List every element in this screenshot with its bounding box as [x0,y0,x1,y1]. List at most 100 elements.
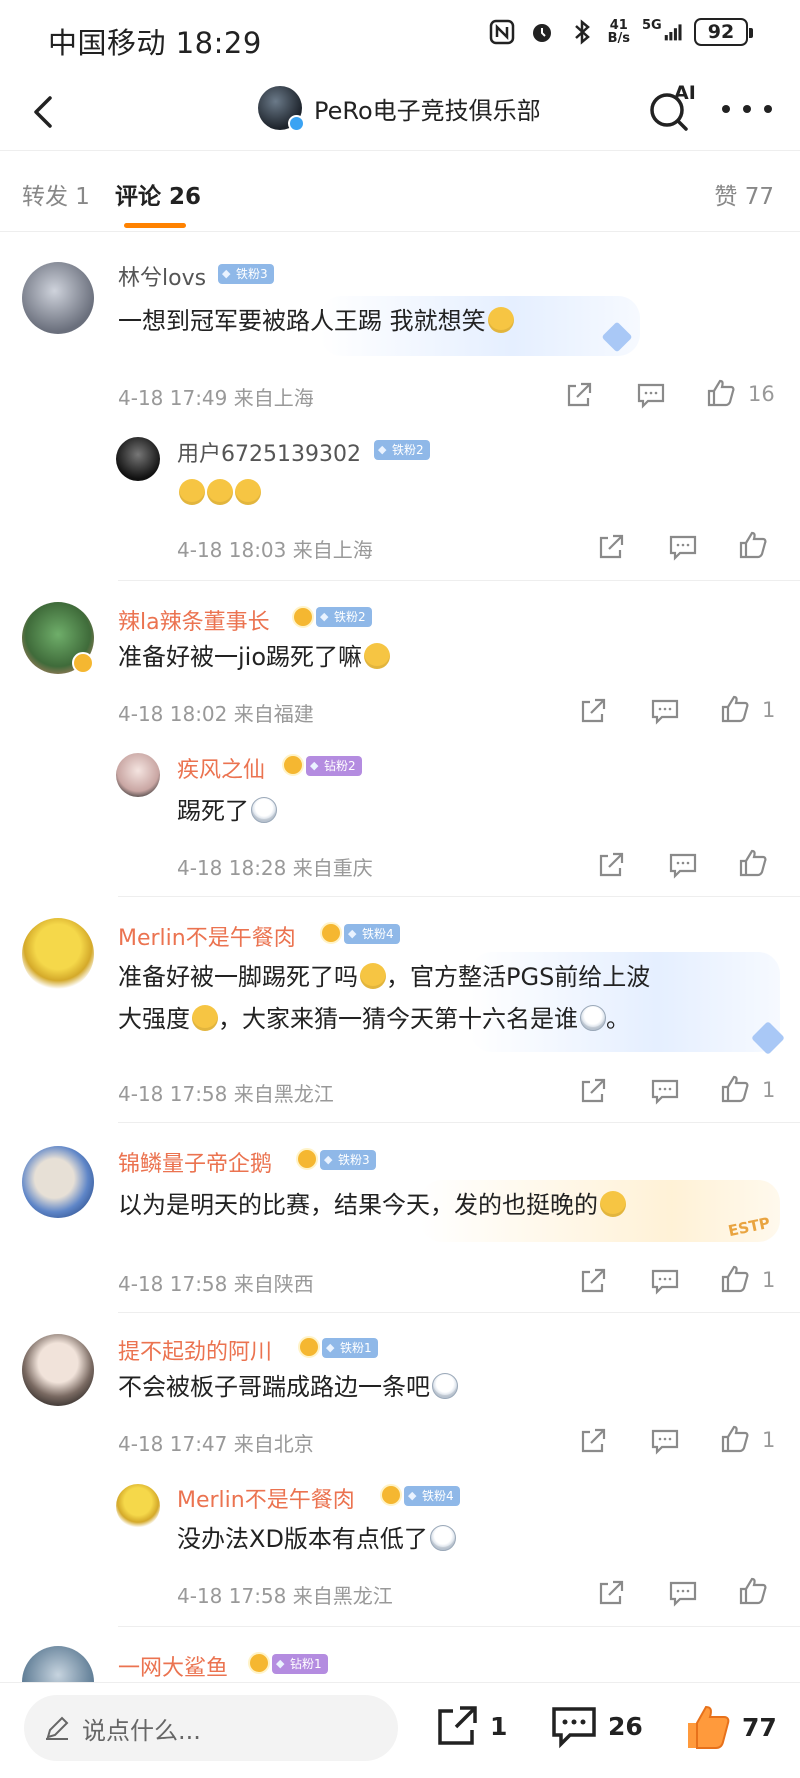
like-count: 77 [742,1712,777,1742]
status-bar: 中国移动 18:29 41 B/s 5G 92 [0,0,800,76]
comment-author[interactable]: 用户6725139302 [177,436,361,468]
reply-icon[interactable] [650,696,680,726]
tab-repost[interactable]: 转发 1 [22,177,90,211]
comment-author[interactable]: 林兮lovs [118,260,206,292]
comment-meta: 4-18 17:58 来自陕西 [118,1272,314,1296]
like-button[interactable]: 77 [684,1703,777,1751]
pencil-icon [46,1716,69,1740]
crown-icon [320,922,342,944]
comment-author[interactable]: 一网大鲨鱼 [118,1650,228,1682]
comment-count: 26 [608,1711,643,1741]
share-icon[interactable] [596,1578,626,1608]
comment-author[interactable]: 疾风之仙 [177,752,265,784]
share-icon[interactable] [578,1076,608,1106]
divider [118,1122,800,1123]
comment-meta: 4-18 17:47 来自北京 [118,1432,314,1456]
comment-author[interactable]: 提不起劲的阿川 [118,1334,272,1366]
back-button[interactable] [22,90,66,134]
like-count: 16 [748,382,775,406]
like-icon[interactable] [738,1576,768,1606]
carrier-time: 中国移动 18:29 [48,26,262,60]
share-icon[interactable] [578,1426,608,1456]
like-count: 1 [762,1428,776,1452]
reply-icon[interactable] [668,850,698,880]
comment-meta: 4-18 17:58 来自黑龙江 [177,1584,393,1608]
avatar[interactable] [116,1484,160,1528]
avatar[interactable] [22,1334,94,1406]
reply-icon[interactable] [668,532,698,562]
comment-author[interactable]: Merlin不是午餐肉 [118,920,296,952]
share-icon[interactable] [596,532,626,562]
verified-icon [288,115,305,132]
like-icon[interactable] [738,530,768,560]
comment-author[interactable]: 锦鳞量子帝企鹅 [118,1146,272,1178]
reply-icon[interactable] [650,1426,680,1456]
like-icon[interactable] [720,694,750,724]
chevron-left-icon [34,96,52,128]
comment-button[interactable]: 26 [550,1703,643,1749]
comment-text: 踢死了 [177,790,277,832]
account-header[interactable]: PeRo电子竞技俱乐部 [258,86,541,132]
fan-badge: 铁粉3 [218,264,274,284]
smile-emoji-icon [364,643,391,669]
network-speed: 41 B/s [607,18,630,46]
like-count: 1 [762,1078,776,1102]
comment-meta: 4-18 17:58 来自黑龙江 [118,1082,334,1106]
repost-count: 1 [490,1711,508,1741]
fan-badge: 铁粉3 [320,1150,376,1170]
comment-meta: 4-18 18:02 来自福建 [118,702,314,726]
tab-comments[interactable]: 评论 26 [115,177,201,211]
divider [118,1626,800,1627]
avatar[interactable] [22,262,94,334]
like-icon[interactable] [720,1424,750,1454]
comment-input[interactable]: 说点什么... [24,1695,398,1761]
tab-likes[interactable]: 赞 77 [714,177,774,211]
share-icon[interactable] [564,380,594,410]
fan-badge: 铁粉2 [374,440,430,460]
laugh-cry-emoji-icon [600,1191,626,1217]
dot-icon [764,105,772,113]
doge-emoji-icon [235,479,261,505]
avatar[interactable] [116,753,160,797]
reply-icon[interactable] [650,1266,680,1296]
share-icon[interactable] [578,1266,608,1296]
avatar[interactable] [116,437,160,481]
share-icon[interactable] [596,850,626,880]
avatar [258,86,305,132]
reply-icon[interactable] [636,380,666,410]
fan-badge: 铁粉4 [404,1486,460,1506]
repost-button[interactable]: 1 [434,1703,507,1749]
fan-badge: 铁粉4 [344,924,400,944]
comment-author[interactable]: Merlin不是午餐肉 [177,1482,355,1514]
comment-text [177,472,261,514]
more-button[interactable] [722,94,772,124]
ai-search-button[interactable]: AI [646,82,696,134]
comment-meta: 4-18 17:49 来自上海 [118,386,314,410]
comment-text: 准备好被一jio踢死了嘛 [118,636,391,678]
like-icon[interactable] [720,1264,750,1294]
share-icon[interactable] [578,696,608,726]
share-icon [438,1706,477,1745]
crown-icon [282,754,304,776]
like-icon[interactable] [738,848,768,878]
alarm-icon [528,18,556,46]
dot-icon [743,105,751,113]
comment-text: 不会被板子哥踹成路边一条吧 [118,1366,458,1408]
like-icon[interactable] [720,1074,750,1104]
avatar[interactable] [22,918,94,990]
divider [118,896,800,897]
bottom-bar: 说点什么... 1 26 77 [0,1682,800,1778]
like-count: 1 [762,1268,776,1292]
nav-bar: PeRo电子竞技俱乐部 AI [0,76,800,150]
avatar[interactable] [22,1146,94,1218]
reply-icon[interactable] [668,1578,698,1608]
like-icon[interactable] [706,378,736,408]
crying-emoji-icon [429,1525,456,1551]
comment-author[interactable]: 辣la辣条董事长 [118,604,270,636]
crown-icon [296,1148,318,1170]
doge-emoji-icon [487,307,514,333]
divider [118,1312,800,1313]
reply-icon[interactable] [650,1076,680,1106]
thumbs-up-icon [688,1705,730,1749]
comment-meta: 4-18 18:03 来自上海 [177,538,373,562]
